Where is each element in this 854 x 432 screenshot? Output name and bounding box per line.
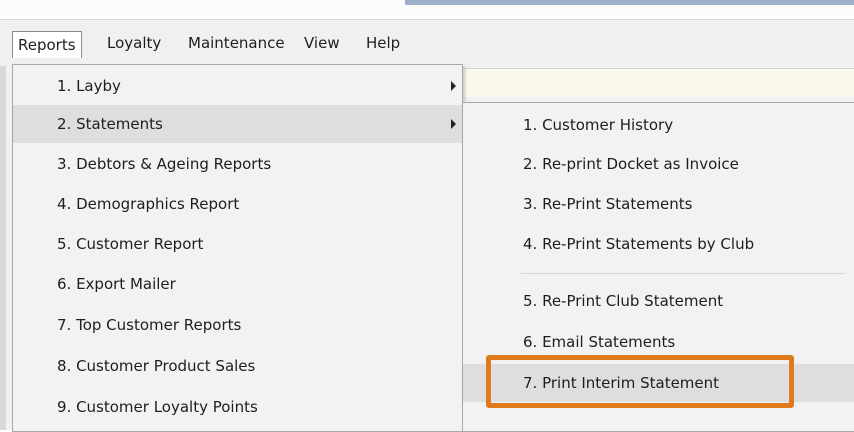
- menu-item-label: 4. Demographics Report: [57, 195, 240, 213]
- menu-item-label: 5. Re-Print Club Statement: [523, 292, 724, 310]
- reports-item-demographics[interactable]: 4. Demographics Report: [13, 185, 462, 223]
- reports-item-statements[interactable]: 2. Statements: [13, 105, 462, 143]
- menu-bar: Reports Loyalty Maintenance View Help: [0, 19, 854, 67]
- statements-item-reprint-docket[interactable]: 2. Re-print Docket as Invoice: [463, 145, 854, 183]
- menu-item-label: 4. Re-Print Statements by Club: [523, 235, 755, 253]
- reports-item-layby[interactable]: 1. Layby: [13, 67, 462, 105]
- left-panel-edge: [0, 66, 6, 430]
- statements-item-reprint-by-club[interactable]: 4. Re-Print Statements by Club: [463, 225, 854, 263]
- reports-item-export-mailer[interactable]: 6. Export Mailer: [13, 265, 462, 303]
- menu-loyalty[interactable]: Loyalty: [101, 31, 167, 55]
- menu-item-label: 2. Statements: [57, 115, 163, 133]
- menu-item-label: 7. Top Customer Reports: [57, 316, 242, 334]
- statements-item-reprint-club-statement[interactable]: 5. Re-Print Club Statement: [463, 282, 854, 320]
- menu-view[interactable]: View: [298, 31, 346, 55]
- menu-separator: [521, 273, 845, 274]
- reports-item-product-sales[interactable]: 8. Customer Product Sales: [13, 347, 462, 385]
- reports-item-top-customer[interactable]: 7. Top Customer Reports: [13, 306, 462, 344]
- background-input-field: [465, 68, 854, 97]
- menu-item-label: 1. Layby: [57, 77, 121, 95]
- reports-item-customer-report[interactable]: 5. Customer Report: [13, 225, 462, 263]
- submenu-arrow-icon: [451, 81, 456, 91]
- menu-help[interactable]: Help: [360, 31, 406, 55]
- window-top-strip: [0, 0, 854, 16]
- reports-item-debtors-ageing[interactable]: 3. Debtors & Ageing Reports: [13, 145, 462, 183]
- menu-item-label: 1. Customer History: [523, 116, 674, 134]
- menu-item-label: 3. Re-Print Statements: [523, 195, 693, 213]
- annotation-highlight-box: [486, 355, 794, 408]
- reports-item-loyalty-points[interactable]: 9. Customer Loyalty Points: [13, 388, 462, 426]
- title-bar-fragment: [405, 0, 854, 5]
- menu-item-label: 2. Re-print Docket as Invoice: [523, 155, 739, 173]
- statements-item-reprint-statements[interactable]: 3. Re-Print Statements: [463, 185, 854, 223]
- reports-dropdown-menu: 1. Layby 2. Statements 3. Debtors & Agei…: [12, 64, 463, 432]
- submenu-arrow-icon: [451, 119, 456, 129]
- menu-item-label: 5. Customer Report: [57, 235, 204, 253]
- menu-reports[interactable]: Reports: [12, 31, 82, 58]
- menu-item-label: 9. Customer Loyalty Points: [57, 398, 258, 416]
- menu-item-label: 3. Debtors & Ageing Reports: [57, 155, 272, 173]
- menu-maintenance[interactable]: Maintenance: [182, 31, 291, 55]
- menu-item-label: 6. Export Mailer: [57, 275, 176, 293]
- statements-item-customer-history[interactable]: 1. Customer History: [463, 106, 854, 144]
- menu-item-label: 8. Customer Product Sales: [57, 357, 256, 375]
